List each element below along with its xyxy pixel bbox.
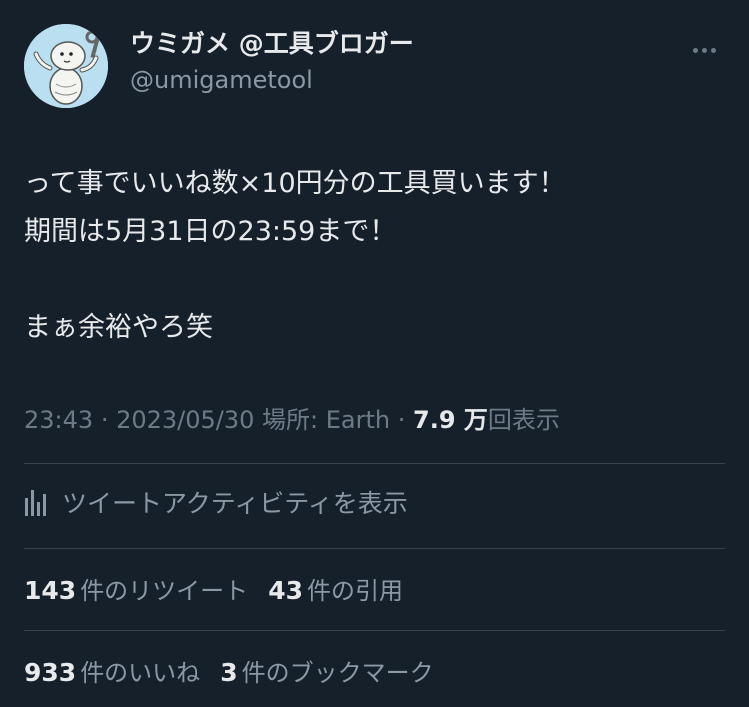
separator: · <box>100 406 117 434</box>
tweet-text: って事でいいね数×10円分の工具買います！ 期間は5月31日の23:59まで！ … <box>24 160 725 352</box>
author-names: ウミガメ @工具ブロガー @umigametool <box>130 28 414 96</box>
divider <box>24 630 725 631</box>
more-options-icon[interactable] <box>693 38 721 53</box>
author-handle[interactable]: @umigametool <box>130 64 414 96</box>
tweet-header: ウミガメ @工具ブロガー @umigametool <box>24 24 725 108</box>
divider <box>24 463 725 464</box>
bookmarks-stat[interactable]: 3 件のブックマーク <box>220 653 433 688</box>
quotes-count: 43 <box>268 575 303 605</box>
likes-count: 933 <box>24 657 77 687</box>
bookmarks-count: 3 <box>220 657 238 687</box>
separator: · <box>397 406 414 434</box>
avatar[interactable] <box>24 24 108 108</box>
stats-row: 933 件のいいね 3 件のブックマーク <box>24 650 454 690</box>
bar-chart-icon <box>25 490 46 516</box>
bookmarks-label: 件のブックマーク <box>241 658 434 687</box>
tweet-time[interactable]: 23:43 <box>24 406 93 434</box>
activity-label: ツイートアクティビティを表示 <box>62 489 408 518</box>
tweet-location: 場所: Earth <box>262 406 391 434</box>
tweet-line: って事でいいね数×10円分の工具買います！ <box>24 168 566 199</box>
tweet-activity-button[interactable]: ツイートアクティビティを表示 <box>24 482 408 522</box>
stats-row: 143 件のリツイート 43 件の引用 <box>24 568 423 608</box>
tweet-line: 期間は5月31日の23:59まで！ <box>24 216 397 247</box>
tweet-meta: 23:43 · 2023/05/30 場所: Earth · 7.9 万回表示 <box>24 402 560 438</box>
quotes-label: 件の引用 <box>306 576 403 605</box>
author-display-name[interactable]: ウミガメ @工具ブロガー <box>130 28 414 60</box>
tweet-line: まぁ余裕やろ笑 <box>24 312 213 343</box>
likes-stat[interactable]: 933 件のいいね <box>24 653 200 688</box>
divider <box>24 548 725 549</box>
tweet-line <box>24 256 725 304</box>
retweets-count: 143 <box>24 575 77 605</box>
views-label: 回表示 <box>487 406 560 434</box>
turtle-mascot-icon <box>24 24 108 108</box>
retweets-label: 件のリツイート <box>80 576 249 605</box>
views-count: 7.9 万 <box>413 406 488 434</box>
tweet-date[interactable]: 2023/05/30 <box>116 406 254 434</box>
quotes-stat[interactable]: 43 件の引用 <box>268 571 403 606</box>
likes-label: 件のいいね <box>80 658 201 687</box>
retweets-stat[interactable]: 143 件のリツイート <box>24 571 248 606</box>
